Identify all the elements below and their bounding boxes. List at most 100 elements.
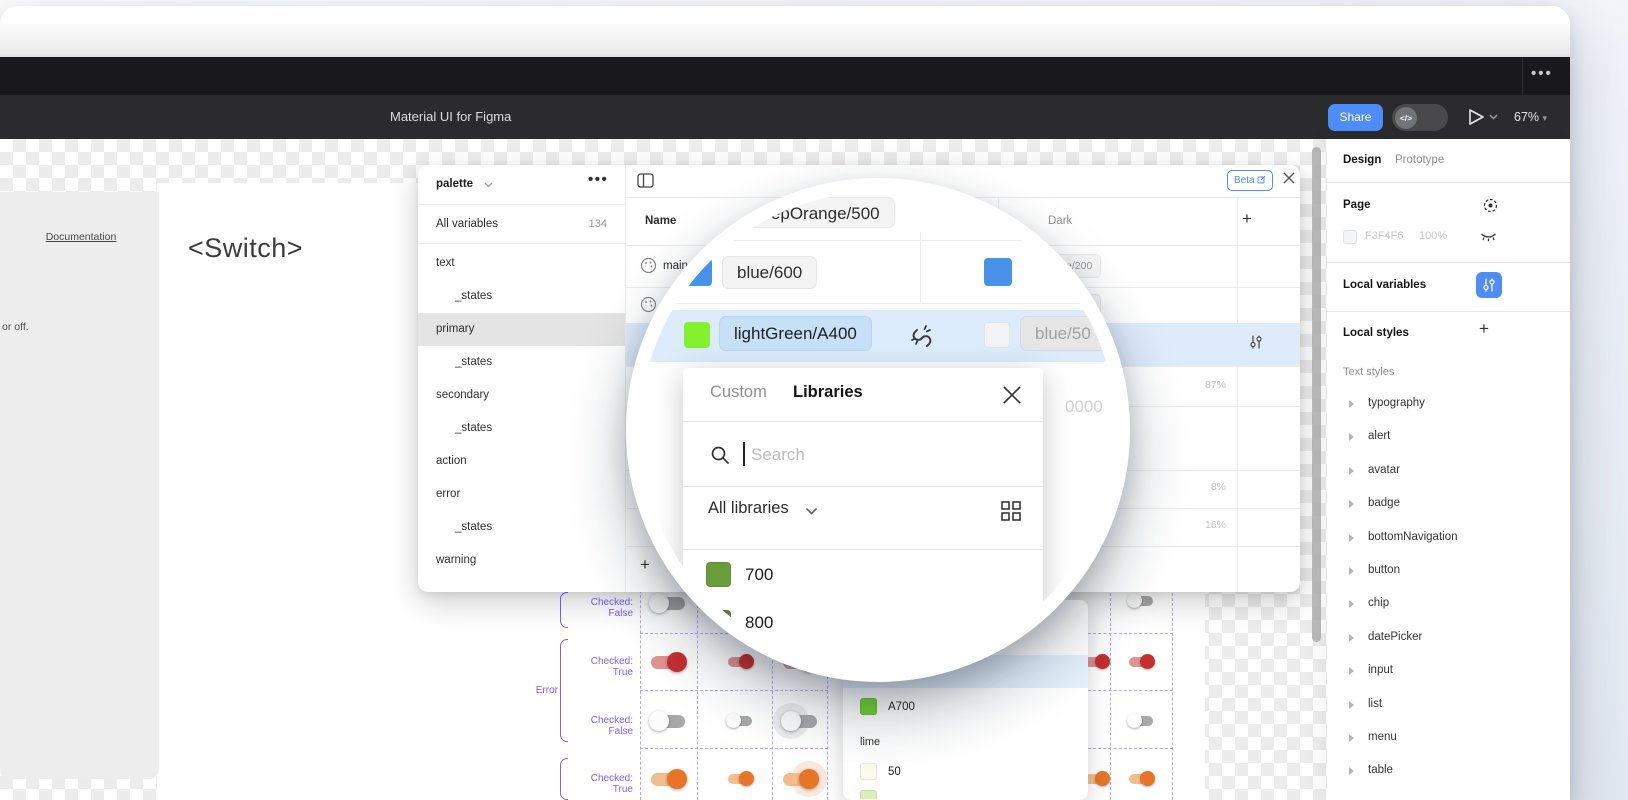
opacity-value: 8% bbox=[1166, 481, 1226, 493]
switch-component[interactable] bbox=[649, 593, 687, 613]
magnifier-ring: deepOrange/500 blue/600 lightGreen/A400 bbox=[626, 178, 1130, 682]
close-icon[interactable] bbox=[1001, 384, 1023, 406]
eye-closed-icon[interactable] bbox=[1480, 231, 1497, 243]
group-item[interactable]: warning bbox=[418, 544, 625, 577]
library-color-item[interactable]: 800 bbox=[683, 610, 1043, 658]
tab-prototype[interactable]: Prototype bbox=[1395, 154, 1444, 166]
library-color-item[interactable]: 700 bbox=[683, 562, 1043, 610]
text-style-group[interactable]: button bbox=[1327, 555, 1570, 588]
variable-value-chip[interactable]: blue/600 bbox=[722, 256, 817, 289]
group-item[interactable]: error bbox=[418, 478, 625, 511]
zoom-menu[interactable]: 67% ▾ bbox=[1514, 110, 1547, 124]
magnifier-content: deepOrange/500 blue/600 lightGreen/A400 bbox=[640, 192, 1116, 668]
library-item[interactable]: A700 bbox=[843, 694, 1088, 724]
text-cursor bbox=[743, 442, 745, 466]
tab-custom[interactable]: Custom bbox=[710, 383, 767, 402]
switch-component[interactable] bbox=[1127, 771, 1155, 787]
color-swatch bbox=[684, 322, 710, 348]
chevron-right-icon bbox=[1349, 567, 1354, 575]
variable-value-chip[interactable]: deepOrange/500 bbox=[737, 197, 895, 228]
add-style-button[interactable]: + bbox=[1479, 319, 1489, 339]
tab-design[interactable]: Design bbox=[1343, 154, 1381, 166]
group-item[interactable]: secondary bbox=[418, 379, 625, 412]
library-item[interactable]: 50 bbox=[843, 758, 1088, 788]
text-style-group[interactable]: alert bbox=[1327, 421, 1570, 454]
documentation-link[interactable]: Documentation bbox=[14, 231, 148, 243]
text-style-group-label: alert bbox=[1368, 430, 1390, 442]
doc-partial-text: or off. bbox=[2, 321, 29, 333]
group-item[interactable]: text bbox=[418, 247, 625, 280]
page-color-hex[interactable]: F3F4F6 bbox=[1365, 230, 1404, 242]
collection-name[interactable]: palette bbox=[436, 178, 473, 190]
variable-value-chip[interactable]: lightGreen/A400 bbox=[719, 316, 872, 351]
switch-component[interactable] bbox=[1127, 713, 1155, 729]
chevron-right-icon bbox=[1349, 734, 1354, 742]
grid-view-icon[interactable] bbox=[1001, 501, 1021, 521]
dev-mode-toggle[interactable]: </> bbox=[1392, 104, 1448, 131]
detach-variable-icon[interactable] bbox=[906, 320, 936, 350]
chevron-down-icon bbox=[484, 182, 493, 188]
library-filter[interactable]: All libraries bbox=[708, 499, 789, 518]
present-button[interactable] bbox=[1468, 108, 1498, 126]
text-style-group[interactable]: bottomNavigation bbox=[1327, 522, 1570, 555]
add-variable-button[interactable]: + bbox=[640, 555, 650, 575]
chevron-right-icon bbox=[1349, 500, 1354, 508]
page-color-opacity[interactable]: 100% bbox=[1419, 230, 1447, 242]
switch-component[interactable] bbox=[649, 652, 687, 672]
browser-bar: ••• bbox=[0, 57, 1570, 95]
divider bbox=[683, 549, 1043, 550]
window-menu-icon[interactable]: ••• bbox=[1531, 65, 1553, 82]
switch-component[interactable] bbox=[1127, 593, 1155, 609]
chevron-right-icon bbox=[1349, 400, 1354, 408]
group-item[interactable]: primary bbox=[418, 313, 625, 346]
color-label: 800 bbox=[745, 613, 773, 633]
add-column-button[interactable]: + bbox=[1242, 209, 1252, 229]
switch-component[interactable] bbox=[726, 771, 754, 787]
page-color-swatch[interactable] bbox=[1343, 230, 1357, 244]
text-style-group[interactable]: typography bbox=[1327, 388, 1570, 421]
divider bbox=[1522, 57, 1523, 95]
tab-libraries[interactable]: Libraries bbox=[793, 383, 863, 402]
collection-header: palette ••• bbox=[418, 165, 625, 205]
share-button[interactable]: Share bbox=[1328, 104, 1383, 131]
variables-cycle-icon[interactable] bbox=[1482, 198, 1499, 213]
chevron-right-icon bbox=[1349, 767, 1354, 775]
sliders-icon[interactable] bbox=[1248, 334, 1264, 350]
text-style-group[interactable]: table bbox=[1327, 755, 1570, 788]
local-variables-label: Local variables bbox=[1343, 279, 1426, 291]
switch-component[interactable] bbox=[781, 711, 819, 731]
close-icon[interactable] bbox=[1282, 171, 1296, 185]
text-style-group[interactable]: datePicker bbox=[1327, 622, 1570, 655]
text-style-group[interactable]: menu bbox=[1327, 722, 1570, 755]
chevron-down-icon bbox=[805, 507, 818, 515]
switch-component[interactable] bbox=[726, 713, 754, 729]
switch-component[interactable] bbox=[1127, 654, 1155, 670]
text-style-groups: typography alert avatar badge bottomNavi… bbox=[1327, 388, 1570, 789]
all-variables-row[interactable]: All variables 134 bbox=[418, 205, 625, 244]
group-label: _states bbox=[455, 521, 492, 533]
group-item[interactable]: _states bbox=[418, 511, 625, 544]
text-style-group[interactable]: list bbox=[1327, 689, 1570, 722]
beta-badge[interactable]: Beta bbox=[1227, 170, 1273, 191]
divider bbox=[1327, 262, 1570, 263]
group-item[interactable]: _states bbox=[418, 280, 625, 313]
switch-component[interactable] bbox=[649, 769, 687, 789]
search-input[interactable] bbox=[749, 442, 969, 468]
switch-component[interactable] bbox=[781, 769, 819, 789]
variable-value-chip[interactable]: blue/50 bbox=[1020, 316, 1106, 351]
group-item[interactable]: _states bbox=[418, 412, 625, 445]
text-style-group[interactable]: badge bbox=[1327, 488, 1570, 521]
canvas-scrollbar[interactable] bbox=[1312, 147, 1321, 642]
open-variables-button[interactable] bbox=[1476, 272, 1502, 298]
text-style-group[interactable]: input bbox=[1327, 655, 1570, 688]
sliders-icon bbox=[1481, 277, 1497, 293]
text-style-group[interactable]: avatar bbox=[1327, 455, 1570, 488]
collection-menu-icon[interactable]: ••• bbox=[588, 171, 608, 188]
search-icon bbox=[710, 445, 730, 465]
toggle-sidebar-icon[interactable] bbox=[637, 173, 654, 188]
group-item[interactable]: _states bbox=[418, 346, 625, 379]
group-item[interactable]: action bbox=[418, 445, 625, 478]
switch-component[interactable] bbox=[649, 711, 687, 731]
text-style-group[interactable]: chip bbox=[1327, 588, 1570, 621]
screenshot-stage: ••• Material UI for Figma Share </> 67% … bbox=[0, 0, 1628, 800]
